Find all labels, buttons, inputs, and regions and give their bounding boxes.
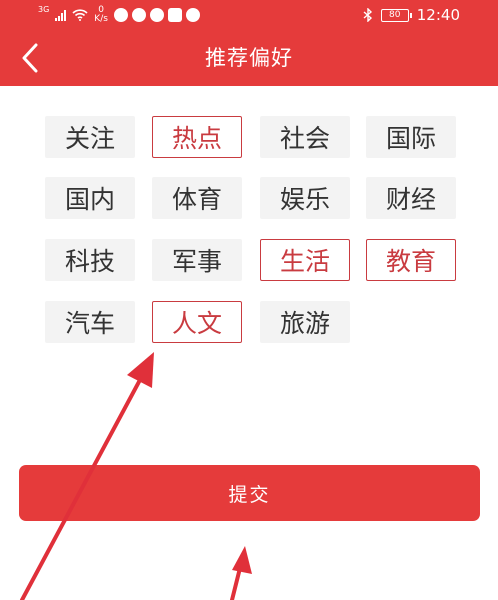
tag-yule[interactable]: 娱乐 xyxy=(260,177,350,219)
tag-guoji[interactable]: 国际 xyxy=(366,116,456,158)
network-speed: 0 K/s xyxy=(94,6,108,24)
tag-shenghuo[interactable]: 生活 xyxy=(260,239,350,281)
bluetooth-icon xyxy=(363,8,372,22)
battery-icon: 80 xyxy=(380,8,412,22)
tag-renwen[interactable]: 人文 xyxy=(152,301,242,343)
title-bar: 推荐偏好 xyxy=(0,30,498,86)
tag-jiaoyu[interactable]: 教育 xyxy=(366,239,456,281)
signal-icon xyxy=(55,9,67,21)
app-notification-icon xyxy=(131,8,146,22)
preference-tag-grid: 关注 热点 社会 国际 国内 体育 娱乐 财经 科技 军事 生活 教育 汽车 人… xyxy=(0,86,498,376)
status-bar-left: 3G 0 K/s xyxy=(38,4,200,26)
tag-guanzhu[interactable]: 关注 xyxy=(45,116,135,158)
app-notification-icon xyxy=(185,8,200,22)
tag-keji[interactable]: 科技 xyxy=(45,239,135,281)
app-notification-icon xyxy=(167,8,182,22)
status-bar-right: 80 12:40 xyxy=(363,4,460,26)
tag-lvyou[interactable]: 旅游 xyxy=(260,301,350,343)
clock: 12:40 xyxy=(416,6,460,24)
tag-guonei[interactable]: 国内 xyxy=(45,177,135,219)
submit-button[interactable]: 提交 xyxy=(19,465,480,521)
network-type-label: 3G xyxy=(38,5,50,14)
status-bar: 3G 0 K/s 80 12:40 xyxy=(0,0,498,30)
network-speed-unit: K/s xyxy=(94,14,108,24)
tag-shehui[interactable]: 社会 xyxy=(260,116,350,158)
tag-qiche[interactable]: 汽车 xyxy=(45,301,135,343)
app-notification-icons xyxy=(113,8,200,22)
tag-junshi[interactable]: 军事 xyxy=(152,239,242,281)
wifi-icon xyxy=(72,9,88,21)
tag-caijing[interactable]: 财经 xyxy=(366,177,456,219)
app-notification-icon xyxy=(149,8,164,22)
tag-tiyu[interactable]: 体育 xyxy=(152,177,242,219)
page-title: 推荐偏好 xyxy=(205,46,293,70)
tag-redian[interactable]: 热点 xyxy=(152,116,242,158)
app-notification-icon xyxy=(113,8,128,22)
annotation-arrow xyxy=(230,546,252,600)
